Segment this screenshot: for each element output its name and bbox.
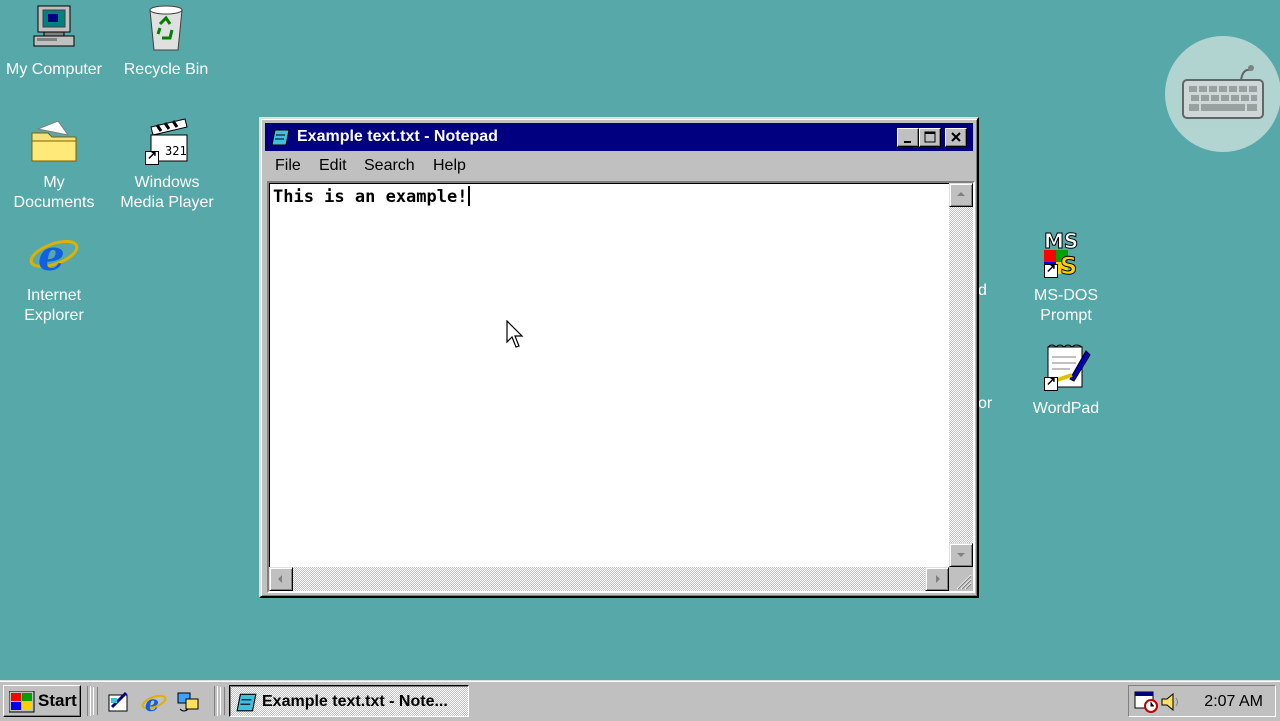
scroll-right-button[interactable] (925, 567, 949, 591)
maximize-button[interactable] (919, 128, 941, 147)
mouse-cursor-icon (506, 320, 524, 348)
ms-dos-prompt-label: MS-DOS Prompt (1034, 287, 1098, 324)
editor-content[interactable]: This is an example! (273, 186, 471, 208)
shortcut-arrow-icon (1044, 261, 1058, 278)
desktop-icon-internet-explorer[interactable]: e Internet Explorer (0, 228, 110, 326)
media-player-icon: 321 (141, 115, 193, 167)
taskbar-separator (87, 686, 91, 716)
taskbar-notepad-label: Example text.txt - Note... (262, 693, 448, 710)
start-label: Start (38, 691, 77, 710)
folder-icon (28, 115, 80, 167)
minimize-button[interactable] (897, 128, 919, 147)
clock[interactable]: 2:07 AM (1204, 692, 1263, 712)
notepad-icon (236, 693, 257, 712)
menu-help[interactable]: Help (433, 156, 466, 176)
desktop-icon-my-computer[interactable]: My Computer (0, 2, 110, 80)
horizontal-scrollbar[interactable] (269, 567, 949, 591)
quick-launch-channels-button[interactable] (176, 689, 202, 715)
maximize-icon (924, 131, 936, 143)
shortcut-arrow-icon (1044, 374, 1058, 391)
window-title: Example text.txt - Notepad (297, 128, 498, 145)
show-desktop-button[interactable] (106, 689, 132, 715)
document-text: This is an example! (273, 187, 468, 207)
minimize-icon (904, 141, 911, 143)
obscured-icon-label-fragment: or (978, 395, 993, 412)
keyboard-icon (1182, 65, 1264, 119)
scroll-down-button[interactable] (949, 543, 973, 567)
svg-text:e: e (38, 231, 65, 280)
text-caret (468, 186, 471, 206)
my-computer-icon (28, 2, 80, 54)
arrow-up-icon (957, 192, 965, 196)
notepad-window[interactable]: Example text.txt - Notepad File Edit Sea… (259, 117, 979, 598)
taskbar-grip[interactable] (220, 687, 225, 715)
desktop-icon-my-documents[interactable]: My Documents (0, 115, 110, 213)
taskbar: Start e Example text.txt - Note... 2:07 … (0, 680, 1280, 721)
resize-grip-icon (956, 574, 972, 590)
menu-file[interactable]: File (275, 156, 301, 176)
title-bar[interactable]: Example text.txt - Notepad (265, 123, 973, 151)
desktop-icon-recycle-bin[interactable]: Recycle Bin (110, 2, 222, 80)
desktop-icon-ms-dos-prompt[interactable]: MS S MS-DOS Prompt (1010, 228, 1122, 326)
shortcut-arrow-icon (145, 148, 159, 165)
arrow-left-icon (278, 575, 282, 583)
scroll-left-button[interactable] (269, 567, 293, 591)
menu-edit[interactable]: Edit (319, 156, 347, 176)
ms-dos-icon: MS S (1040, 228, 1092, 281)
arrow-down-icon (957, 553, 965, 557)
text-editor[interactable]: This is an example! (267, 181, 975, 593)
vertical-scrollbar[interactable] (949, 183, 973, 567)
my-computer-label: My Computer (5, 61, 103, 78)
scroll-up-button[interactable] (949, 183, 973, 207)
arrow-right-icon (936, 575, 940, 583)
close-icon (951, 132, 961, 142)
scheduler-icon[interactable] (1133, 690, 1161, 714)
notepad-icon (271, 129, 290, 146)
resize-grip[interactable] (949, 567, 973, 591)
recycle-bin-icon (140, 2, 192, 54)
taskbar-separator (214, 686, 218, 716)
on-screen-keyboard-button[interactable] (1165, 36, 1280, 152)
wordpad-label: WordPad (1032, 400, 1100, 417)
windows-logo-icon (9, 691, 35, 713)
recycle-bin-label: Recycle Bin (123, 61, 209, 78)
desktop-icon-wordpad[interactable]: WordPad (1010, 341, 1122, 419)
volume-icon[interactable] (1159, 690, 1183, 714)
svg-text:321: 321 (165, 144, 187, 158)
desktop-icon-windows-media-player[interactable]: 321 Windows Media Player (111, 115, 223, 213)
svg-text:e: e (145, 691, 159, 715)
svg-text:S: S (1060, 252, 1077, 280)
internet-explorer-icon: e (28, 228, 80, 280)
svg-text:MS: MS (1044, 229, 1078, 253)
internet-explorer-label: Internet Explorer (24, 287, 84, 324)
internet-explorer-icon: e (141, 691, 167, 717)
channels-icon (177, 692, 199, 712)
toolbar-grip[interactable] (93, 687, 98, 715)
windows-media-player-label: Windows Media Player (120, 174, 214, 211)
system-tray: 2:07 AM (1128, 685, 1276, 717)
obscured-icon-label-fragment: d (978, 282, 987, 299)
my-documents-label: My Documents (13, 174, 95, 211)
close-button[interactable] (945, 128, 967, 147)
menu-search[interactable]: Search (364, 156, 415, 176)
quick-launch-ie-button[interactable]: e (141, 689, 167, 717)
show-desktop-icon (108, 691, 128, 712)
taskbar-notepad-button[interactable]: Example text.txt - Note... (229, 685, 469, 717)
wordpad-icon (1040, 341, 1092, 393)
start-button[interactable]: Start (3, 685, 81, 717)
menu-bar: File Edit Search Help (265, 153, 973, 179)
